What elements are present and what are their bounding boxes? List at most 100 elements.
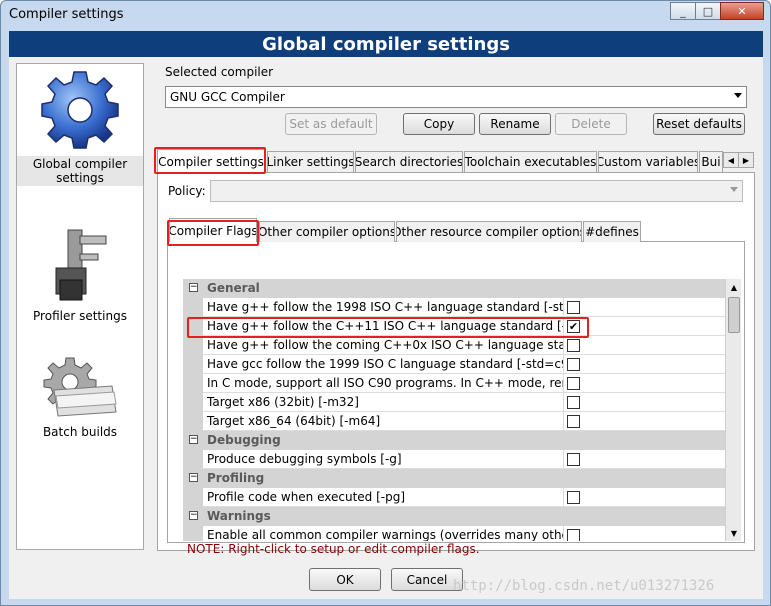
flag-label: Target x86 (32bit) [-m32] — [203, 393, 563, 412]
category-label: Profiling — [207, 471, 265, 485]
compiler-select[interactable]: GNU GCC Compiler — [165, 86, 747, 108]
collapse-icon[interactable]: − — [189, 435, 198, 444]
flag-row: Target x86_64 (64bit) [-m64] — [183, 412, 725, 431]
rename-button[interactable]: Rename — [479, 113, 551, 135]
compiler-flags-grid: − General Have g++ follow the 1998 ISO C++… — [183, 279, 725, 541]
tab-custom-variables[interactable]: Custom variables — [598, 151, 698, 172]
flag-label: Produce debugging symbols [-g] — [203, 450, 563, 469]
flag-row: Target x86 (32bit) [-m32] — [183, 393, 725, 412]
flag-value-cell — [563, 336, 725, 355]
collapse-icon[interactable]: − — [189, 473, 198, 482]
scrollbar-thumb[interactable] — [728, 297, 740, 333]
flag-checkbox[interactable]: ✔ — [567, 320, 580, 333]
policy-select[interactable] — [210, 180, 743, 202]
chevron-down-icon — [734, 93, 742, 98]
row-gutter — [183, 317, 203, 336]
category-profiler-settings[interactable]: Profiler settings — [17, 224, 143, 324]
flag-checkbox[interactable] — [567, 377, 580, 390]
settings-category-list: Global compiler settings Profiler settin… — [16, 63, 144, 550]
compiler-settings-window: Compiler settings _ □ ✕ Global compiler … — [0, 0, 771, 606]
banner-title: Global compiler settings — [9, 31, 763, 57]
compiler-select-value: GNU GCC Compiler — [170, 90, 285, 104]
flag-category-row[interactable]: − Warnings — [183, 507, 725, 526]
flag-label: Have gcc follow the 1999 ISO C language … — [203, 355, 563, 374]
flag-category-row[interactable]: − General — [183, 279, 725, 298]
flag-category-row[interactable]: − Debugging — [183, 431, 725, 450]
scroll-down-icon[interactable]: ▼ — [726, 525, 742, 541]
selected-compiler-label: Selected compiler — [165, 65, 274, 79]
delete-button[interactable]: Delete — [555, 113, 627, 135]
policy-label: Policy: — [168, 184, 206, 198]
category-global-compiler-settings[interactable]: Global compiler settings — [17, 68, 143, 186]
row-gutter — [183, 488, 203, 507]
chevron-down-icon — [730, 187, 738, 192]
flag-value-cell — [563, 393, 725, 412]
flag-checkbox[interactable] — [567, 358, 580, 371]
tab-search-directories[interactable]: Search directories — [355, 151, 463, 172]
flags-scrollbar[interactable]: ▲ ▼ — [725, 279, 741, 541]
flag-row: Have gcc follow the 1999 ISO C language … — [183, 355, 725, 374]
minimize-button[interactable]: _ — [670, 2, 696, 20]
flag-value-cell — [563, 526, 725, 541]
batch-gear-icon — [43, 357, 117, 417]
flag-value-cell — [563, 355, 725, 374]
tab-compiler-settings[interactable]: Compiler settings — [157, 149, 265, 173]
flag-label: Have g++ follow the 1998 ISO C++ languag… — [203, 298, 563, 317]
row-gutter — [183, 298, 203, 317]
close-button[interactable]: ✕ — [720, 2, 764, 20]
tab-build-options[interactable]: Bui — [699, 151, 723, 172]
row-gutter — [183, 450, 203, 469]
row-gutter — [183, 336, 203, 355]
flag-checkbox[interactable] — [567, 453, 580, 466]
flag-label: Have g++ follow the coming C++0x ISO C++… — [203, 336, 563, 355]
gear-icon — [41, 71, 119, 149]
flag-checkbox[interactable] — [567, 396, 580, 409]
tab-toolchain-executables[interactable]: Toolchain executables — [464, 151, 597, 172]
flag-checkbox[interactable] — [567, 339, 580, 352]
flag-checkbox[interactable] — [567, 415, 580, 428]
category-batch-builds[interactable]: Batch builds — [17, 354, 143, 440]
flag-value-cell — [563, 412, 725, 431]
collapse-icon[interactable]: − — [189, 283, 198, 292]
row-gutter — [183, 355, 203, 374]
flag-value-cell: ✔ — [563, 317, 725, 336]
copy-button[interactable]: Copy — [403, 113, 475, 135]
set-as-default-button[interactable]: Set as default — [285, 113, 377, 135]
flag-label: Enable all common compiler warnings (ove… — [203, 526, 563, 541]
maximize-button[interactable]: □ — [695, 2, 721, 20]
category-label: Warnings — [207, 509, 271, 523]
scroll-up-icon[interactable]: ▲ — [726, 279, 742, 295]
flag-value-cell — [563, 298, 725, 317]
tab-defines[interactable]: #defines — [583, 221, 641, 242]
tab-linker-settings[interactable]: Linker settings — [267, 151, 354, 172]
flag-checkbox[interactable] — [567, 529, 580, 541]
reset-defaults-button[interactable]: Reset defaults — [653, 113, 745, 135]
flags-note: NOTE: Right-click to setup or edit compi… — [187, 542, 480, 556]
flag-row: Have g++ follow the coming C++0x ISO C++… — [183, 336, 725, 355]
flag-label: Target x86_64 (64bit) [-m64] — [203, 412, 563, 431]
flag-checkbox[interactable] — [567, 491, 580, 504]
watermark-text: http://blog.csdn.net/u013271326 — [453, 578, 715, 594]
flag-row: Have g++ follow the C++11 ISO C++ langua… — [183, 317, 725, 336]
flag-row: Enable all common compiler warnings (ove… — [183, 526, 725, 541]
flag-label: Have g++ follow the C++11 ISO C++ langua… — [203, 317, 563, 336]
title-bar[interactable]: Compiler settings _ □ ✕ — [1, 1, 770, 31]
tab-scroll-right-icon[interactable]: ▶ — [738, 152, 754, 168]
category-label: Debugging — [207, 433, 281, 447]
tab-compiler-flags[interactable]: Compiler Flags — [169, 218, 257, 242]
tab-other-compiler-options[interactable]: Other compiler options — [259, 221, 395, 242]
flag-checkbox[interactable] — [567, 301, 580, 314]
ok-button[interactable]: OK — [309, 568, 381, 591]
flag-row: Profile code when executed [-pg] — [183, 488, 725, 507]
tab-scroll-left-icon[interactable]: ◀ — [723, 152, 739, 168]
collapse-icon[interactable]: − — [189, 511, 198, 520]
flag-category-row[interactable]: − Profiling — [183, 469, 725, 488]
flag-label: Profile code when executed [-pg] — [203, 488, 563, 507]
row-gutter — [183, 526, 203, 541]
category-label: Profiler settings — [33, 309, 127, 323]
category-label: Global compiler settings — [17, 156, 143, 186]
category-label: Batch builds — [42, 425, 118, 439]
flag-value-cell — [563, 374, 725, 393]
tab-other-resource-compiler-options[interactable]: Other resource compiler options — [396, 221, 582, 242]
category-label: General — [207, 281, 260, 295]
